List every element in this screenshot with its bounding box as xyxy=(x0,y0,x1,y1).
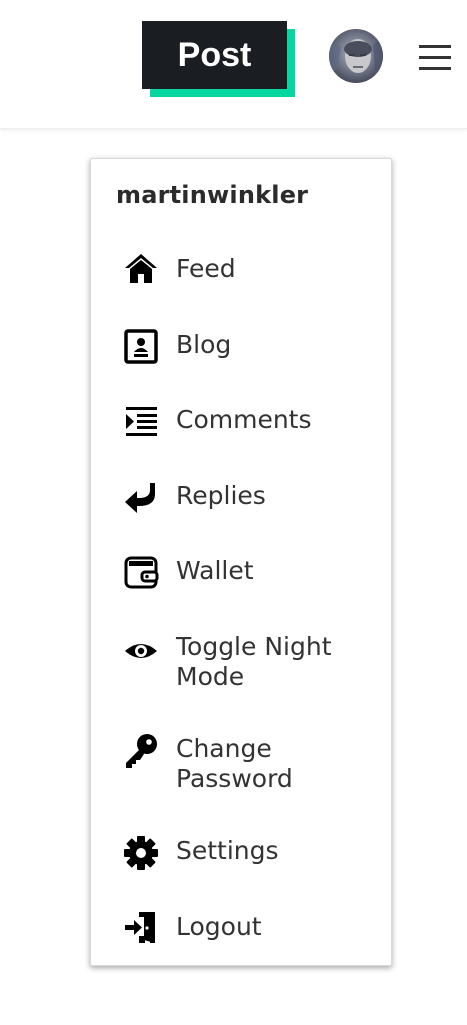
reply-icon xyxy=(123,480,159,516)
post-button[interactable]: Post xyxy=(142,21,287,89)
menu-item-label: Blog xyxy=(176,330,232,359)
top-header: Post xyxy=(0,0,467,129)
menu-item-label: Replies xyxy=(176,481,266,510)
menu-item-label: Toggle Night Mode xyxy=(176,632,332,691)
menu-item-comments[interactable]: Comments xyxy=(91,402,391,442)
eye-icon xyxy=(123,633,159,669)
menu-item-wallet[interactable]: Wallet xyxy=(91,553,391,593)
key-icon xyxy=(123,733,159,769)
menu-item-change-password[interactable]: Change Password xyxy=(91,731,391,795)
home-icon xyxy=(123,251,159,287)
menu-item-label: Logout xyxy=(176,912,262,941)
menu-item-settings[interactable]: Settings xyxy=(91,833,391,873)
avatar-image xyxy=(329,29,383,83)
gear-icon xyxy=(123,835,159,871)
menu-item-toggle-night-mode[interactable]: Toggle Night Mode xyxy=(91,629,391,693)
menu-item-label: Feed xyxy=(176,254,236,283)
post-button-wrap[interactable]: Post xyxy=(142,21,296,97)
menu-item-replies[interactable]: Replies xyxy=(91,478,391,518)
comments-icon xyxy=(123,404,159,440)
menu-username: martinwinkler xyxy=(116,181,309,209)
wallet-icon xyxy=(123,555,159,591)
hamburger-menu-icon[interactable] xyxy=(419,45,451,71)
menu-item-blog[interactable]: Blog xyxy=(91,327,391,367)
menu-item-logout[interactable]: Logout xyxy=(91,909,391,949)
logout-icon xyxy=(123,910,159,946)
menu-item-label: Wallet xyxy=(176,556,254,585)
blog-icon xyxy=(123,329,159,365)
menu-item-feed[interactable]: Feed xyxy=(91,251,391,291)
user-dropdown-menu: martinwinkler Feed Blog Comments Replies… xyxy=(90,158,392,966)
menu-item-label: Change Password xyxy=(176,734,293,793)
menu-item-label: Settings xyxy=(176,836,279,865)
avatar[interactable] xyxy=(329,29,383,83)
menu-item-label: Comments xyxy=(176,405,312,434)
